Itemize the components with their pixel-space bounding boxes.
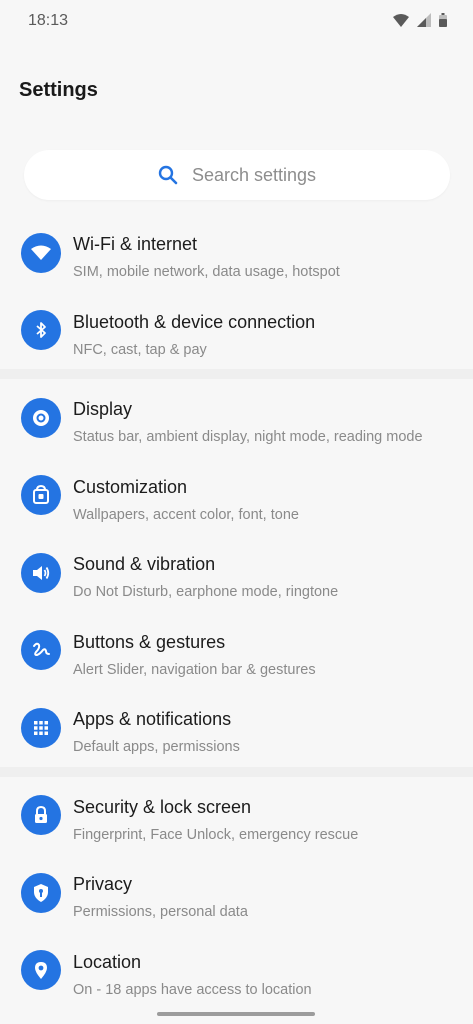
display-icon [21, 397, 61, 438]
bluetooth-icon [21, 310, 61, 351]
section-divider [0, 766, 473, 777]
item-title: Sound & vibration [73, 554, 216, 574]
item-title: Security & lock screen [73, 796, 252, 817]
search-placeholder: Search settings [191, 164, 317, 185]
gesture-icon [21, 630, 61, 671]
item-subtitle: Permissions, personal data [73, 904, 248, 920]
item-subtitle: Do Not Disturb, earphone mode, ringtone [73, 584, 339, 600]
search-icon [158, 165, 178, 185]
customization-icon [21, 475, 61, 516]
settings-item-privacy[interactable]: Privacy Permissions, personal data [0, 854, 473, 932]
home-indicator[interactable] [157, 1012, 315, 1016]
item-title: Customization [73, 476, 188, 497]
settings-item-location[interactable]: Location On - 18 apps have access to loc… [0, 932, 473, 1010]
cell-signal-icon [417, 13, 431, 27]
settings-item-customization[interactable]: Customization Wallpapers, accent color, … [0, 457, 473, 535]
battery-icon [439, 13, 447, 27]
settings-item-apps-notifications[interactable]: Apps & notifications Default apps, permi… [0, 689, 473, 767]
lock-icon [21, 795, 61, 836]
settings-list: Wi-Fi & internet SIM, mobile network, da… [0, 214, 473, 1009]
item-title: Privacy [73, 874, 133, 894]
item-subtitle: On - 18 apps have access to location [73, 981, 312, 998]
item-subtitle: Wallpapers, accent color, font, tone [73, 506, 299, 523]
search-bar[interactable]: Search settings [24, 150, 450, 200]
status-icons [393, 13, 447, 27]
section-divider [0, 369, 473, 379]
settings-item-sound-vibration[interactable]: Sound & vibration Do Not Disturb, earpho… [0, 534, 473, 612]
privacy-shield-icon [21, 872, 61, 913]
item-subtitle: NFC, cast, tap & pay [73, 341, 207, 358]
item-subtitle: SIM, mobile network, data usage, hotspot [73, 264, 340, 280]
settings-item-bluetooth[interactable]: Bluetooth & device connection NFC, cast,… [0, 292, 473, 370]
item-title: Wi-Fi & internet [73, 234, 198, 254]
item-title: Location [73, 951, 142, 972]
wifi-icon [21, 232, 61, 273]
settings-item-security-lock[interactable]: Security & lock screen Fingerprint, Face… [0, 777, 473, 855]
item-title: Display [73, 399, 133, 419]
apps-grid-icon [21, 707, 61, 748]
item-subtitle: Alert Slider, navigation bar & gestures [73, 661, 316, 678]
settings-item-buttons-gestures[interactable]: Buttons & gestures Alert Slider, navigat… [0, 612, 473, 690]
item-subtitle: Default apps, permissions [73, 739, 240, 755]
item-title: Buttons & gestures [73, 631, 226, 652]
item-subtitle: Fingerprint, Face Unlock, emergency resc… [73, 826, 359, 843]
page-title: Settings [19, 79, 98, 101]
wifi-signal-icon [393, 13, 409, 27]
sound-icon [21, 552, 61, 593]
location-pin-icon [21, 950, 61, 991]
settings-item-display[interactable]: Display Status bar, ambient display, nig… [0, 379, 473, 457]
item-title: Bluetooth & device connection [73, 311, 316, 332]
item-subtitle: Status bar, ambient display, night mode,… [73, 429, 423, 445]
settings-item-wifi-internet[interactable]: Wi-Fi & internet SIM, mobile network, da… [0, 214, 473, 292]
item-title: Apps & notifications [73, 709, 232, 729]
status-time: 18:13 [28, 12, 69, 29]
status-bar: 18:13 [0, 0, 473, 44]
